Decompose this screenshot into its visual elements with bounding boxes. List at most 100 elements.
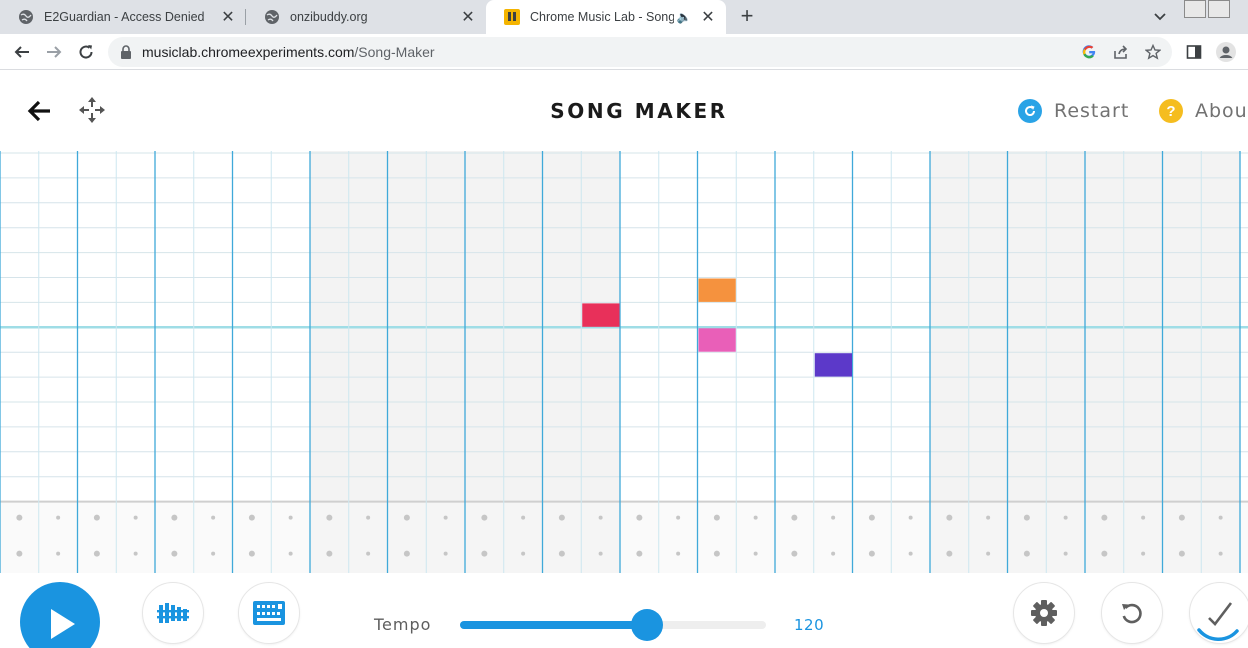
percussion-dot [558, 514, 565, 521]
restore-window-icon[interactable] [1208, 0, 1230, 18]
percussion-dot [1063, 551, 1068, 556]
song-grid[interactable] [0, 151, 1248, 573]
percussion-dot [443, 515, 448, 520]
browser-tab[interactable]: E2Guardian - Access Denied ✕ [0, 0, 246, 34]
percussion-dot [1141, 515, 1146, 520]
percussion-dot [93, 514, 100, 521]
percussion-dot [521, 551, 526, 556]
percussion-dot [791, 550, 798, 557]
percussion-dot [1218, 551, 1223, 556]
speaker-icon[interactable]: 🔈 [674, 7, 694, 27]
percussion-dot [1218, 515, 1223, 520]
percussion-dot [946, 550, 953, 557]
percussion-dot [481, 550, 488, 557]
percussion-dot [211, 551, 216, 556]
reload-icon[interactable] [72, 38, 100, 66]
side-panel-icon[interactable] [1180, 38, 1208, 66]
percussion-dot [713, 514, 720, 521]
percussion-dot [831, 515, 836, 520]
percussion-dot [211, 515, 216, 520]
percussion-dot [403, 550, 410, 557]
percussion-dot [326, 550, 333, 557]
share-icon[interactable] [1112, 43, 1130, 61]
bottom-controls: Tempo 120 [0, 573, 1248, 648]
percussion-dot [1101, 514, 1108, 521]
percussion-dot [133, 551, 138, 556]
percussion-dot [16, 550, 23, 557]
forward-arrow-icon[interactable] [40, 38, 68, 66]
melody-note [698, 328, 736, 352]
instrument-drum-machine-button[interactable] [238, 582, 300, 644]
tab-title: Chrome Music Lab - Song M [530, 10, 674, 24]
back-arrow-icon[interactable] [8, 38, 36, 66]
globe-icon [264, 9, 280, 25]
melody-note [698, 278, 736, 302]
close-tab-icon[interactable]: ✕ [698, 7, 718, 27]
undo-button[interactable] [1101, 582, 1163, 644]
percussion-dot [713, 550, 720, 557]
url-text[interactable]: musiclab.chromeexperiments.com/Song-Make… [142, 44, 435, 60]
percussion-dot [676, 515, 681, 520]
percussion-dot [93, 550, 100, 557]
minimize-window-icon[interactable] [1184, 0, 1206, 18]
save-progress-ring [1197, 628, 1239, 641]
percussion-dot [16, 514, 23, 521]
percussion-dot [598, 551, 603, 556]
browser-toolbar: musiclab.chromeexperiments.com/Song-Make… [0, 34, 1248, 70]
percussion-dot [1063, 515, 1068, 520]
profile-avatar-icon[interactable] [1212, 38, 1240, 66]
instrument-marimba-button[interactable] [142, 582, 204, 644]
address-bar[interactable]: musiclab.chromeexperiments.com/Song-Make… [108, 37, 1172, 67]
percussion-dot [676, 551, 681, 556]
tempo-slider[interactable] [460, 609, 766, 641]
note-grid-canvas[interactable] [0, 151, 1248, 573]
percussion-dot [366, 551, 371, 556]
percussion-dot [753, 515, 758, 520]
percussion-dot [908, 551, 913, 556]
google-translate-icon[interactable] [1080, 43, 1098, 61]
tempo-slider-handle[interactable] [630, 609, 663, 641]
percussion-dot [558, 550, 565, 557]
tempo-value: 120 [794, 616, 825, 634]
play-icon [51, 609, 75, 639]
percussion-dot [908, 515, 913, 520]
percussion-dot [403, 514, 410, 521]
percussion-dot [986, 551, 991, 556]
play-button[interactable] [20, 582, 100, 648]
browser-tab[interactable]: onzibuddy.org ✕ [246, 0, 486, 34]
percussion-dot [636, 550, 643, 557]
tab-search-chevron-icon[interactable] [1150, 8, 1170, 26]
percussion-dot [288, 551, 293, 556]
new-tab-plus-icon[interactable]: + [734, 5, 760, 29]
percussion-dot [366, 515, 371, 520]
close-tab-icon[interactable]: ✕ [458, 7, 478, 27]
browser-tab-active[interactable]: Chrome Music Lab - Song M 🔈 ✕ [486, 0, 726, 34]
gear-icon [1031, 600, 1057, 626]
percussion-dot [753, 551, 758, 556]
close-tab-icon[interactable]: ✕ [218, 7, 238, 27]
melody-note [582, 303, 620, 327]
percussion-dot [171, 550, 178, 557]
url-path: /Song-Maker [354, 44, 435, 60]
settings-button[interactable] [1013, 582, 1075, 644]
restart-icon [1018, 99, 1042, 123]
percussion-dot [636, 514, 643, 521]
percussion-dot [248, 514, 255, 521]
percussion-dot [1178, 514, 1185, 521]
tab-title: E2Guardian - Access Denied [44, 10, 205, 24]
percussion-dot [868, 550, 875, 557]
about-button[interactable]: ? About [1159, 98, 1248, 124]
lock-icon[interactable] [120, 45, 132, 64]
tab-title: onzibuddy.org [290, 10, 368, 24]
percussion-dot [133, 515, 138, 520]
percussion-dot [521, 515, 526, 520]
drum-machine-icon [253, 601, 285, 625]
percussion-dot [1141, 551, 1146, 556]
marimba-icon [157, 603, 189, 623]
globe-icon [18, 9, 34, 25]
question-mark-icon: ? [1159, 99, 1183, 123]
bookmark-star-icon[interactable] [1144, 43, 1162, 61]
undo-icon [1122, 603, 1142, 624]
restart-button[interactable]: Restart [1018, 98, 1129, 124]
save-button[interactable] [1189, 582, 1248, 644]
